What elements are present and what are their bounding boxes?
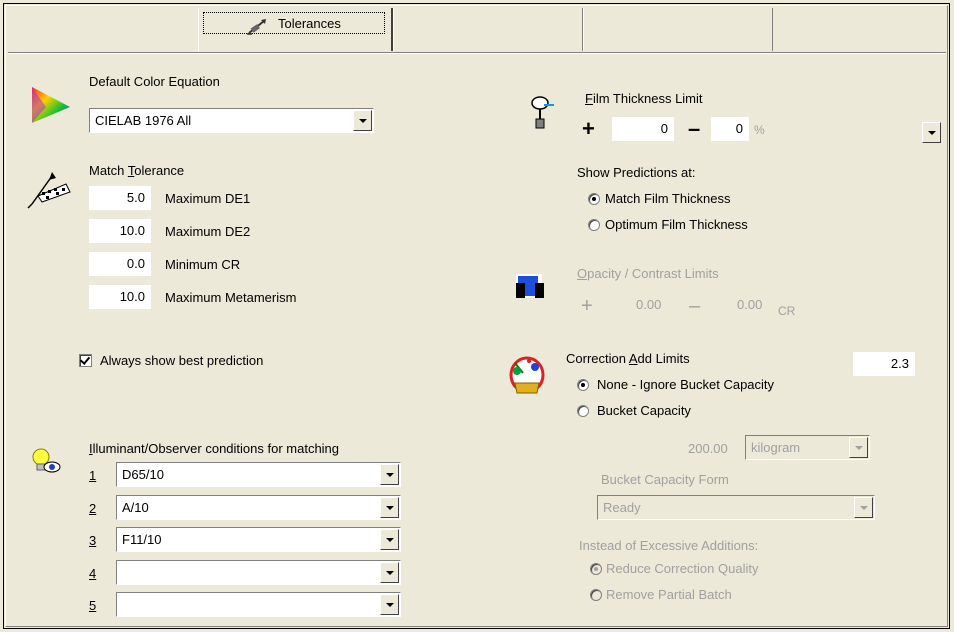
max-metamerism-input[interactable]: 10.0 [89, 285, 151, 309]
best-prediction-label: Always show best prediction [100, 353, 264, 368]
tolerance-icon [27, 172, 71, 209]
show-predictions-label: Show Predictions at: [577, 165, 696, 180]
illuminant-label: Illuminant/Observer conditions for match… [89, 441, 340, 456]
bucket-form-label: Bucket Capacity Form [601, 472, 729, 487]
film-minus-sign: – [688, 116, 701, 141]
bulb-eye-icon [32, 448, 61, 473]
bucket-capacity-label: Bucket Capacity [597, 403, 691, 418]
remove-partial-radio[interactable] [590, 589, 602, 601]
capacity-value[interactable]: 200.00 [688, 441, 728, 456]
illuminant-1-select[interactable]: D65/10 [116, 462, 401, 487]
chevron-down-icon[interactable] [849, 437, 868, 458]
chevron-down-icon[interactable] [353, 110, 372, 131]
optimum-film-radio[interactable] [588, 219, 600, 231]
opacity-unit: CR [778, 304, 796, 318]
opacity-minus-sign: – [689, 295, 701, 317]
chevron-down-icon[interactable] [922, 122, 941, 143]
illuminant-2-select[interactable]: A/10 [116, 495, 401, 520]
illuminant-4-select[interactable] [116, 560, 401, 585]
opacity-plus-value[interactable]: 0.00 [636, 297, 661, 312]
tab-tolerances-label: Tolerances [278, 16, 341, 31]
film-plus-sign: + [582, 116, 595, 141]
max-de2-label: Maximum DE2 [165, 224, 251, 239]
tolerances-tab-icon [247, 19, 266, 35]
max-metamerism-label: Maximum Metamerism [165, 290, 297, 305]
max-de1-label: Maximum DE1 [165, 191, 251, 206]
tab-3[interactable] [583, 8, 773, 51]
match-film-label: Match Film Thickness [605, 191, 731, 206]
best-prediction-checkbox[interactable] [79, 354, 92, 367]
max-de1-input[interactable]: 5.0 [89, 186, 151, 210]
opacity-icon [516, 274, 544, 298]
film-thickness-icon [531, 96, 554, 129]
illuminant-row-3-num: 3 [89, 533, 97, 548]
film-thickness-label: Film Thickness Limit [585, 91, 703, 106]
illuminant-row-5-num: 5 [89, 598, 97, 613]
excess-label: Instead of Excessive Additions: [579, 538, 759, 553]
reduce-quality-label: Reduce Correction Quality [606, 561, 759, 576]
illuminant-5-select[interactable] [116, 592, 401, 617]
color-equation-select[interactable]: CIELAB 1976 All [89, 108, 374, 133]
film-minus-input[interactable]: 0 [711, 117, 749, 141]
optimum-film-label: Optimum Film Thickness [605, 217, 748, 232]
chevron-down-icon[interactable] [380, 497, 399, 518]
match-film-radio[interactable] [588, 193, 600, 205]
ignore-bucket-label: None - Ignore Bucket Capacity [597, 377, 775, 392]
chevron-down-icon[interactable] [380, 562, 399, 583]
chevron-down-icon[interactable] [854, 497, 873, 518]
illuminant-row-4-num: 4 [89, 566, 97, 581]
illuminant-3-select[interactable]: F11/10 [116, 527, 401, 552]
bucket-form-select[interactable]: Ready [597, 495, 875, 520]
film-dropdown[interactable] [922, 122, 941, 143]
min-cr-label: Minimum CR [165, 257, 241, 272]
capacity-unit-select[interactable]: kilogram [745, 435, 870, 460]
correction-icon [509, 356, 545, 394]
correction-label: Correction Add Limits [566, 351, 690, 366]
opacity-minus-value[interactable]: 0.00 [737, 297, 762, 312]
bucket-capacity-radio[interactable] [577, 405, 589, 417]
color-equation-value: CIELAB 1976 All [95, 113, 192, 128]
match-tolerance-label: Match Tolerance [89, 163, 185, 178]
chevron-down-icon[interactable] [380, 464, 399, 485]
illuminant-3-value: F11/10 [122, 532, 162, 547]
bucket-form-value: Ready [603, 500, 641, 515]
reduce-quality-radio[interactable] [590, 563, 602, 575]
color-triangle-icon [32, 87, 70, 123]
ignore-bucket-radio[interactable] [577, 379, 589, 391]
opacity-plus-sign: + [581, 295, 593, 317]
opacity-label: Opacity / Contrast Limits [577, 266, 719, 281]
tab-2[interactable] [393, 8, 583, 51]
illuminant-row-1-num: 1 [89, 468, 97, 483]
min-cr-input[interactable]: 0.0 [89, 252, 151, 276]
capacity-unit-value: kilogram [751, 440, 801, 455]
film-unit: % [754, 123, 765, 137]
correction-value-input[interactable]: 2.3 [853, 352, 915, 376]
illuminant-2-value: A/10 [122, 500, 149, 515]
color-equation-label: Default Color Equation [89, 74, 220, 89]
chevron-down-icon[interactable] [380, 529, 399, 550]
illuminant-row-2-num: 2 [89, 501, 97, 516]
chevron-down-icon[interactable] [380, 594, 399, 615]
max-de2-input[interactable]: 10.0 [89, 219, 151, 243]
remove-partial-label: Remove Partial Batch [606, 587, 732, 602]
illuminant-1-value: D65/10 [122, 467, 164, 482]
film-plus-input[interactable]: 0 [612, 117, 674, 141]
